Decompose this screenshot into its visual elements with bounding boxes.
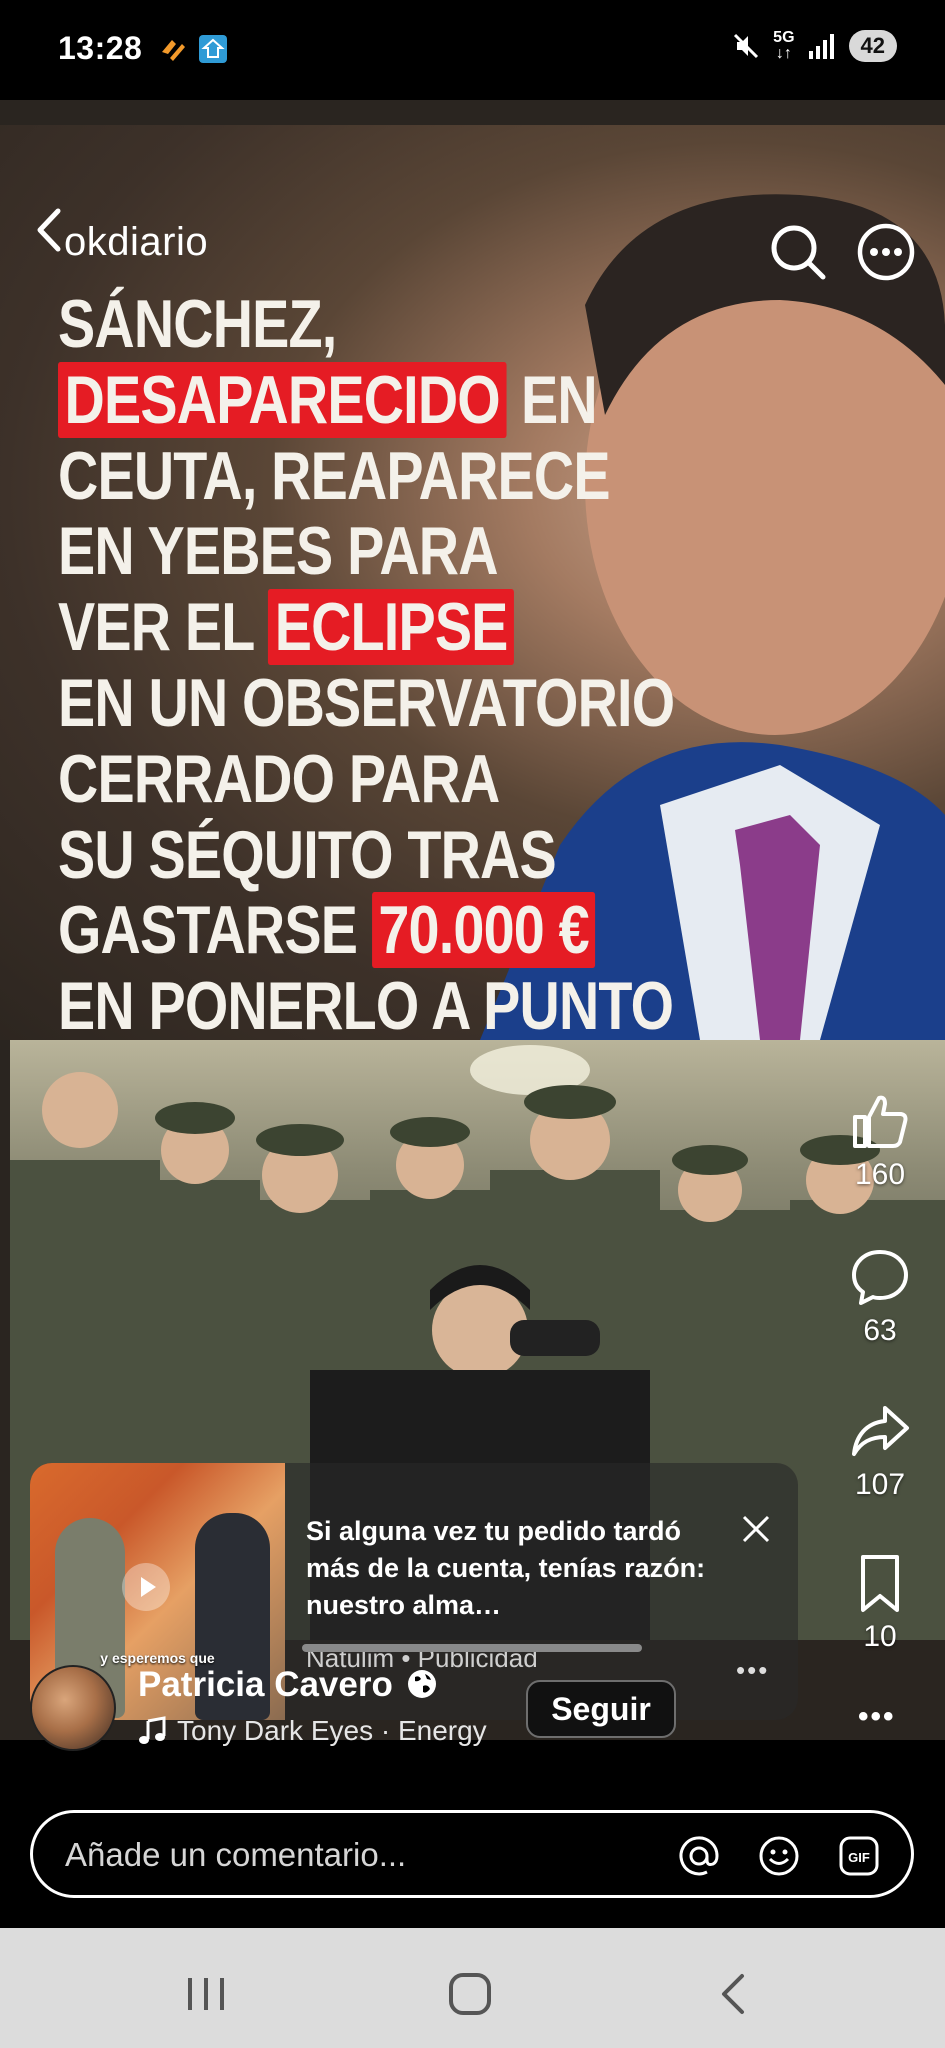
video-progress-bar[interactable] [302, 1644, 642, 1652]
reel-media[interactable]: SÁNCHEZ, DESAPARECIDO EN CEUTA, REAPAREC… [0, 100, 945, 1740]
music-track[interactable]: Tony Dark Eyes · Energy [177, 1715, 487, 1747]
comment-placeholder: Añade un comentario... [65, 1836, 407, 1873]
signal-icon [808, 34, 834, 59]
headline-line: VER EL ECLIPSE [58, 589, 550, 666]
search-icon[interactable] [768, 222, 828, 282]
location-app-icon [199, 35, 227, 63]
ad-title[interactable]: Si alguna vez tu pedido tardó más de la … [306, 1513, 726, 1624]
headline-line: SÁNCHEZ, [58, 286, 337, 362]
headline-line: CERRADO PARA [58, 740, 500, 817]
home-icon[interactable] [440, 1972, 500, 2016]
source-brand[interactable]: okdiario [64, 220, 208, 265]
headline-line: EN YEBES PARA [58, 513, 498, 590]
recent-apps-icon[interactable] [176, 1972, 236, 2016]
save-action[interactable]: 10 [835, 1552, 925, 1654]
share-count: 107 [854, 1468, 906, 1501]
comment-action[interactable]: 63 [835, 1246, 925, 1348]
play-icon[interactable] [122, 1563, 170, 1611]
comment-input[interactable]: Añade un comentario... GIF [30, 1810, 914, 1898]
headline: SÁNCHEZ, DESAPARECIDO EN CEUTA, REAPAREC… [58, 286, 675, 1045]
more-options-icon[interactable]: ••• [858, 1700, 896, 1734]
headline-line: EN UN OBSERVATORIO [58, 664, 675, 741]
status-bar: 13:28 5G ↓↑ 42 [0, 0, 945, 100]
like-count: 160 [854, 1158, 906, 1191]
author-name[interactable]: Patricia Cavero [138, 1665, 393, 1705]
comment-count: 63 [863, 1314, 897, 1347]
system-navigation-bar [0, 1928, 945, 2048]
more-icon[interactable] [856, 222, 916, 282]
close-icon[interactable] [738, 1511, 774, 1547]
headline-line: GASTARSE 70.000 € [58, 892, 596, 969]
mute-icon [734, 33, 759, 59]
bookmark-icon[interactable] [849, 1552, 911, 1614]
gif-icon[interactable]: GIF [837, 1834, 881, 1878]
ad-more-icon[interactable]: ••• [736, 1655, 769, 1686]
save-count: 10 [863, 1620, 897, 1653]
share-icon[interactable] [849, 1400, 911, 1462]
emoji-icon[interactable] [757, 1834, 801, 1878]
globe-icon [408, 1670, 436, 1698]
follow-button[interactable]: Seguir [526, 1680, 676, 1738]
comment-icon[interactable] [849, 1246, 911, 1308]
status-time: 13:28 [58, 30, 143, 66]
ad-thumb-caption: y esperemos que [100, 1650, 215, 1666]
like-action[interactable]: 160 [835, 1090, 925, 1192]
headline-line: EN PONERLO A PUNTO [58, 968, 674, 1045]
battery-indicator: 42 [848, 30, 897, 62]
avatar[interactable] [30, 1665, 116, 1751]
notification-app-icon [162, 40, 185, 61]
svg-text:GIF: GIF [848, 1850, 870, 1865]
like-icon[interactable] [849, 1090, 911, 1152]
headline-line: CEUTA, REAPARECE [58, 437, 611, 514]
headline-line: DESAPARECIDO EN [58, 361, 598, 439]
music-note-icon [139, 1716, 166, 1744]
network-type: 5G ↓↑ [773, 29, 795, 62]
mention-icon[interactable] [677, 1834, 721, 1878]
back-nav-icon[interactable] [704, 1972, 764, 2016]
headline-line: SU SÉQUITO TRAS [58, 816, 557, 893]
share-action[interactable]: 107 [835, 1400, 925, 1502]
